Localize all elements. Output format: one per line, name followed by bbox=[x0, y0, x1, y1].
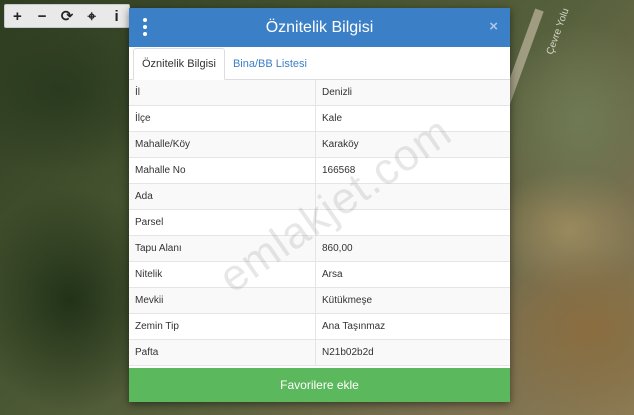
tab-attribute-info[interactable]: Öznitelik Bilgisi bbox=[133, 48, 225, 80]
row-label: Mevkii bbox=[129, 287, 316, 314]
attribute-table-wrap[interactable]: İl Denizli İlçe Kale Mahalle/Köy Karaköy Ma… bbox=[129, 80, 510, 368]
table-row: Mevkii Kütükmeşe bbox=[129, 287, 510, 314]
table-row: Tapu Alanı 860,00 bbox=[129, 235, 510, 262]
row-value: N21b02b2d bbox=[315, 339, 510, 366]
close-icon[interactable]: × bbox=[489, 18, 498, 35]
tab-bar: Öznitelik Bilgisi Bina/BB Listesi bbox=[129, 47, 510, 80]
refresh-icon[interactable]: ⟳ bbox=[58, 7, 76, 25]
table-row: Ada bbox=[129, 183, 510, 210]
tab-building-list[interactable]: Bina/BB Listesi bbox=[225, 49, 315, 79]
row-label: İl bbox=[129, 80, 316, 106]
dialog-header: Öznitelik Bilgisi × bbox=[129, 8, 510, 47]
row-value: 166568 bbox=[315, 157, 510, 184]
table-row: İl Denizli bbox=[129, 80, 510, 106]
row-value bbox=[315, 209, 510, 236]
map-toolbar: + − ⟳ ⌖ i bbox=[4, 4, 130, 28]
row-label: İlçe bbox=[129, 105, 316, 132]
row-label: Nitelik bbox=[129, 261, 316, 288]
attribute-table: İl Denizli İlçe Kale Mahalle/Köy Karaköy Ma… bbox=[129, 80, 510, 366]
row-label: Tapu Alanı bbox=[129, 235, 316, 262]
row-value: Denizli bbox=[315, 80, 510, 106]
table-row: Zemin Tip Ana Taşınmaz bbox=[129, 313, 510, 340]
menu-kebab-icon[interactable] bbox=[141, 18, 149, 36]
row-value: 860,00 bbox=[315, 235, 510, 262]
attribute-info-dialog: Öznitelik Bilgisi × Öznitelik Bilgisi Bi… bbox=[129, 8, 510, 402]
row-label: Ada bbox=[129, 183, 316, 210]
row-value: Kütükmeşe bbox=[315, 287, 510, 314]
row-value: Karaköy bbox=[315, 131, 510, 158]
row-value: Arsa bbox=[315, 261, 510, 288]
add-favorites-button[interactable]: Favorilere ekle bbox=[129, 368, 510, 402]
row-value: Ana Taşınmaz bbox=[315, 313, 510, 340]
table-row: Pafta N21b02b2d bbox=[129, 339, 510, 366]
table-row: Mahalle/Köy Karaköy bbox=[129, 131, 510, 158]
zoom-in-icon[interactable]: + bbox=[8, 7, 26, 25]
row-value: Kale bbox=[315, 105, 510, 132]
row-label: Mahalle/Köy bbox=[129, 131, 316, 158]
table-row: Mahalle No 166568 bbox=[129, 157, 510, 184]
row-label: Parsel bbox=[129, 209, 316, 236]
row-value bbox=[315, 183, 510, 210]
table-row: Nitelik Arsa bbox=[129, 261, 510, 288]
zoom-out-icon[interactable]: − bbox=[33, 7, 51, 25]
table-row: Parsel bbox=[129, 209, 510, 236]
table-row: İlçe Kale bbox=[129, 105, 510, 132]
row-label: Pafta bbox=[129, 339, 316, 366]
row-label: Zemin Tip bbox=[129, 313, 316, 340]
info-icon[interactable]: i bbox=[108, 7, 126, 25]
locate-icon[interactable]: ⌖ bbox=[83, 7, 101, 25]
dialog-title: Öznitelik Bilgisi bbox=[265, 18, 374, 36]
row-label: Mahalle No bbox=[129, 157, 316, 184]
